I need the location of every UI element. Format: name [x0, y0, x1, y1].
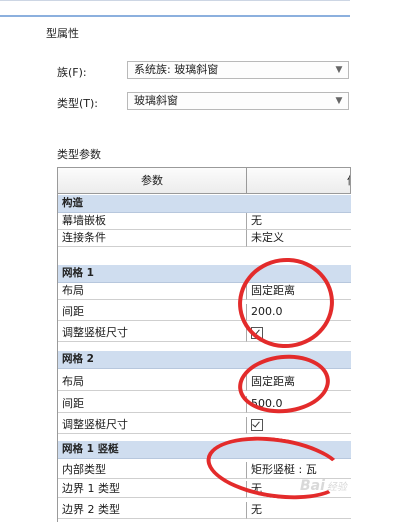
param-name: 间距 [58, 304, 247, 321]
family-value: 系统族: 玻璃斜窗 [134, 63, 219, 76]
family-label: 族(F): [57, 66, 87, 79]
param-name: 布局 [58, 374, 247, 391]
window-accent-line [0, 15, 350, 17]
chevron-down-icon: ▼ [335, 96, 343, 106]
param-name: 边界 2 类型 [58, 502, 247, 519]
param-name: 间距 [58, 396, 247, 413]
chevron-down-icon: ▼ [335, 65, 343, 75]
param-name: 调整竖梃尺寸 [58, 325, 247, 342]
param-value[interactable]: 无 [247, 213, 351, 230]
group-header-construction[interactable]: 构造 [58, 195, 351, 213]
column-header-value-label: 值 [347, 174, 350, 187]
column-header-value[interactable]: 值 [247, 168, 351, 194]
param-value[interactable]: 未定义 [247, 230, 351, 247]
type-dropdown[interactable]: 玻璃斜窗 ▼ [127, 92, 349, 110]
watermark-brand: Bai [300, 478, 325, 494]
table-row[interactable]: 连接条件 未定义 [58, 230, 351, 247]
param-name: 布局 [58, 283, 247, 300]
type-properties-dialog: 型属性 族(F): 系统族: 玻璃斜窗 ▼ 类型(T): 玻璃斜窗 ▼ 类型参数… [0, 0, 411, 522]
watermark-tail: 经验 [326, 482, 347, 493]
column-header-parameter[interactable]: 参数 [58, 168, 247, 194]
type-parameters-title: 类型参数 [57, 148, 101, 161]
param-name: 幕墙嵌板 [58, 213, 247, 230]
checkbox-checked[interactable] [251, 419, 263, 431]
param-name: 调整竖梃尺寸 [58, 417, 247, 434]
window-top-border [0, 0, 350, 1]
dialog-title: 型属性 [46, 27, 79, 40]
param-value[interactable]: 无 [247, 502, 351, 519]
param-name: 边界 1 类型 [58, 481, 247, 498]
type-label: 类型(T): [57, 97, 99, 110]
watermark: Bai 经验 [300, 478, 347, 494]
table-row[interactable]: 边界 2 类型 无 [58, 502, 351, 519]
param-value[interactable] [247, 417, 351, 434]
table-row[interactable]: 调整竖梃尺寸 [58, 417, 351, 434]
family-dropdown[interactable]: 系统族: 玻璃斜窗 ▼ [127, 61, 349, 79]
table-row[interactable]: 幕墙嵌板 无 [58, 213, 351, 230]
type-value: 玻璃斜窗 [134, 94, 178, 107]
param-name: 连接条件 [58, 230, 247, 247]
